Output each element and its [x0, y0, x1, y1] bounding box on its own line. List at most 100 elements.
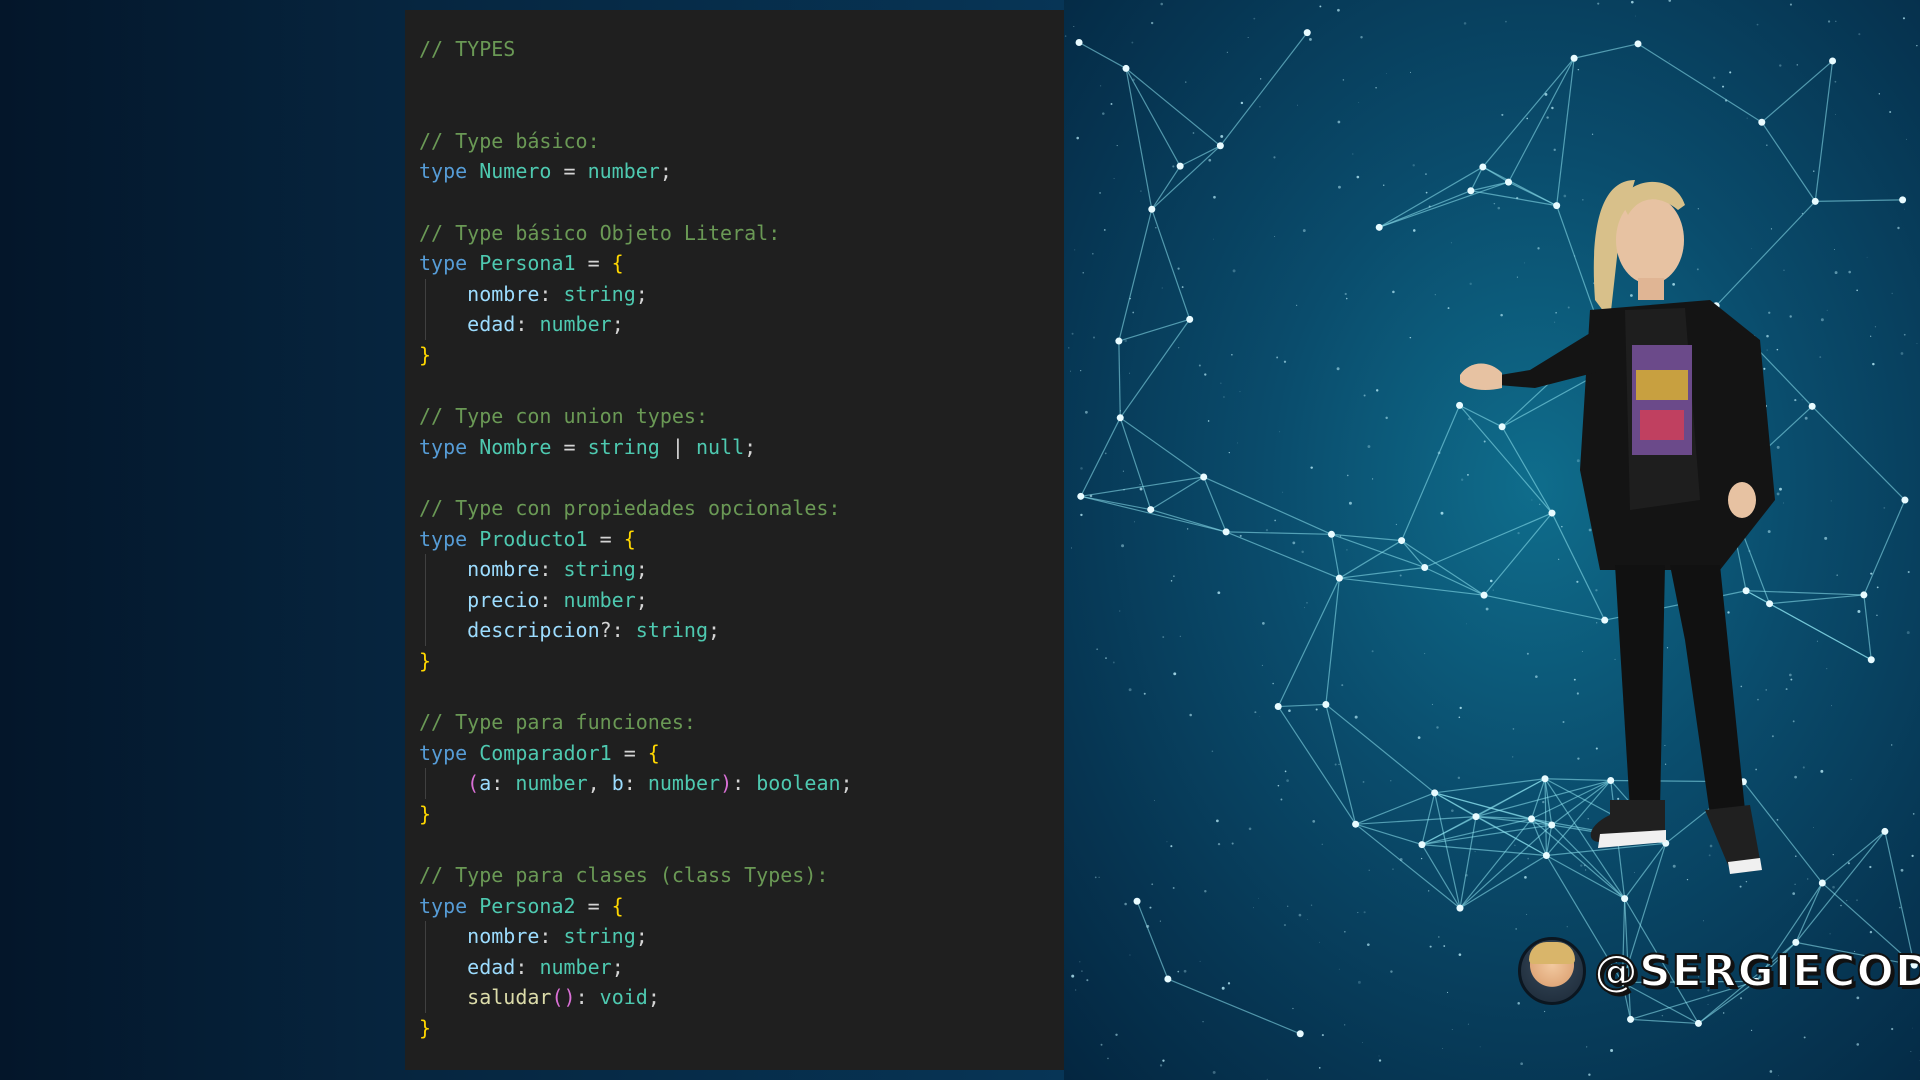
code-editor-panel: // TYPES // Type básico: type Numero = nu…	[405, 10, 1064, 1070]
network-edge	[1080, 476, 1204, 497]
network-particle	[1239, 391, 1241, 393]
network-particle	[1661, 1014, 1664, 1017]
code-token: Numero	[479, 159, 552, 184]
code-token: =	[551, 159, 588, 184]
network-particle	[1220, 382, 1222, 384]
network-edge	[1119, 417, 1205, 478]
network-particle	[1084, 410, 1088, 414]
network-particle	[1368, 869, 1370, 871]
network-particle	[1094, 876, 1097, 879]
network-particle	[1385, 416, 1388, 420]
network-particle	[1089, 494, 1093, 498]
network-particle	[1116, 145, 1118, 147]
network-edge	[1401, 405, 1461, 541]
network-node	[1418, 841, 1426, 849]
network-particle	[1100, 85, 1102, 87]
network-particle	[1177, 970, 1180, 973]
network-particle	[1096, 648, 1099, 651]
network-particle	[1907, 570, 1910, 574]
network-node	[1116, 414, 1124, 422]
network-particle	[1897, 226, 1900, 230]
network-particle	[1091, 252, 1094, 255]
code-token: :	[539, 924, 564, 949]
network-particle	[1274, 236, 1276, 237]
code-token: :	[623, 771, 648, 796]
code-token: // Type con propiedades opcionales:	[419, 495, 841, 520]
network-particle	[1409, 336, 1412, 339]
network-particle	[1779, 64, 1782, 67]
network-particle	[1124, 339, 1127, 343]
network-particle	[1124, 902, 1127, 906]
network-particle	[1345, 297, 1348, 300]
network-node	[1115, 337, 1123, 345]
network-particle	[1902, 17, 1906, 20]
indent-guide	[425, 278, 426, 310]
network-particle	[1588, 1073, 1591, 1076]
network-particle	[1185, 81, 1187, 83]
network-particle	[1296, 304, 1298, 306]
network-particle	[1371, 650, 1374, 653]
network-node	[1222, 528, 1230, 536]
network-particle	[1447, 307, 1450, 310]
network-particle	[1292, 541, 1296, 545]
network-edge	[1225, 531, 1340, 579]
network-particle	[1211, 750, 1214, 753]
network-particle	[1132, 78, 1135, 81]
network-node	[1077, 492, 1085, 500]
network-particle	[1159, 920, 1161, 922]
network-particle	[1204, 890, 1207, 893]
code-token: Persona2	[479, 893, 576, 918]
network-particle	[1220, 134, 1224, 138]
network-edge	[1325, 578, 1340, 705]
network-particle	[1173, 672, 1177, 676]
network-particle	[1162, 1059, 1165, 1062]
network-particle	[1796, 64, 1799, 66]
network-particle	[1287, 905, 1289, 907]
network-particle	[1338, 763, 1340, 766]
network-edge	[1226, 531, 1332, 535]
code-token: string	[563, 281, 636, 306]
code-line: type Comparador1 = {	[419, 738, 853, 769]
network-particle	[1451, 1029, 1453, 1030]
network-edge	[1125, 67, 1221, 147]
network-node	[1694, 1019, 1702, 1027]
network-particle	[1298, 913, 1302, 917]
network-particle	[1260, 78, 1262, 80]
network-particle	[1375, 87, 1377, 89]
network-particle	[1172, 887, 1175, 889]
network-particle	[1309, 38, 1312, 41]
network-particle	[1586, 1046, 1588, 1048]
network-particle	[1729, 71, 1732, 74]
network-particle	[1399, 858, 1403, 861]
network-particle	[1722, 85, 1725, 88]
network-particle	[1363, 394, 1366, 397]
network-particle	[1366, 943, 1370, 947]
network-edge	[1167, 978, 1301, 1035]
code-token: ;	[635, 557, 648, 582]
network-particle	[1080, 370, 1082, 372]
network-particle	[1750, 1029, 1753, 1032]
code-token: precio	[467, 587, 540, 612]
network-particle	[1447, 991, 1449, 993]
network-particle	[1319, 5, 1322, 8]
network-particle	[1143, 692, 1146, 695]
indent-guide	[425, 921, 426, 952]
code-token: string	[563, 924, 636, 949]
indent-guide	[425, 951, 426, 983]
network-particle	[1231, 842, 1234, 845]
network-edge	[1136, 900, 1169, 980]
network-particle	[1280, 798, 1283, 801]
network-particle	[1348, 501, 1352, 505]
network-node	[1570, 54, 1578, 62]
network-particle	[1386, 72, 1388, 74]
network-edge	[1339, 540, 1402, 579]
network-particle	[1429, 945, 1432, 948]
network-particle	[1479, 1046, 1481, 1048]
code-token: ;	[659, 159, 672, 184]
network-particle	[1170, 580, 1173, 582]
network-particle	[1591, 133, 1594, 135]
network-node	[1829, 57, 1837, 65]
